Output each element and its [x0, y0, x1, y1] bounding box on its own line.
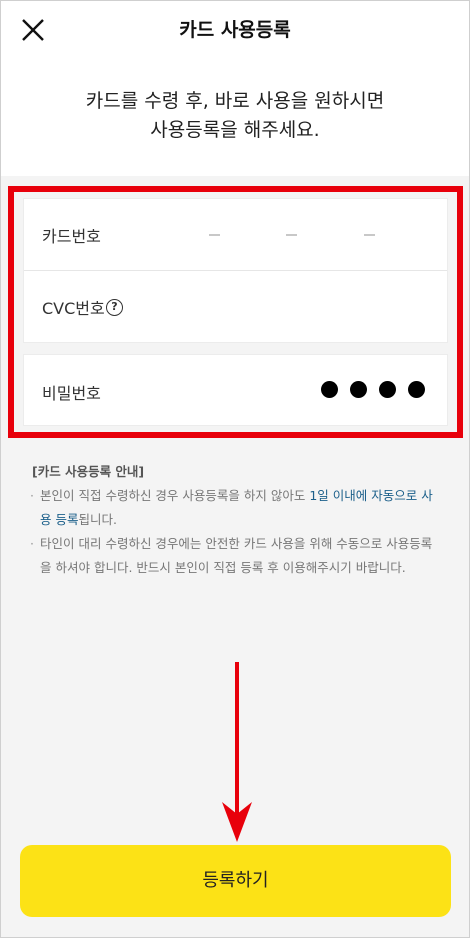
register-button[interactable]: 등록하기 [20, 845, 451, 917]
password-dot [379, 381, 396, 398]
password-dots [321, 381, 425, 399]
password-label: 비밀번호 [42, 384, 101, 403]
guide-line-2: 사용등록을 해주세요. [150, 119, 320, 141]
card-number-row[interactable]: 카드번호 [24, 199, 447, 271]
card-number-label: 카드번호 [42, 227, 101, 246]
notice-item: 본인이 직접 수령하신 경우 사용등록을 하지 않아도 1일 이내에 자동으로 … [30, 484, 442, 532]
help-icon[interactable]: ? [106, 299, 123, 316]
password-dot [408, 381, 425, 398]
cvc-label: CVC번호 [42, 299, 105, 318]
notice-title: [카드 사용등록 안내] [32, 464, 145, 479]
guide-line-1: 카드를 수령 후, 바로 사용을 원하시면 [85, 90, 385, 112]
password-row[interactable]: 비밀번호 [23, 354, 448, 426]
registration-notice: [카드 사용등록 안내] 본인이 직접 수령하신 경우 사용등록을 하지 않아도… [30, 460, 442, 580]
card-number-dash [364, 234, 375, 236]
notice-text: 본인이 직접 수령하신 경우 사용등록을 하지 않아도 [40, 488, 310, 503]
notice-text: 됩니다. [78, 512, 117, 527]
down-arrow-icon [222, 662, 252, 842]
password-dot [321, 381, 338, 398]
notice-item: 타인이 대리 수령하신 경우에는 안전한 카드 사용을 위해 수동으로 사용등록… [30, 532, 442, 580]
top-section: 카드 사용등록 카드를 수령 후, 바로 사용을 원하시면 사용등록을 해주세요… [1, 1, 469, 176]
page-title: 카드 사용등록 [179, 19, 291, 41]
card-number-dash [286, 234, 297, 236]
cvc-row[interactable]: CVC번호 ? [24, 271, 447, 343]
card-number-dash [209, 234, 220, 236]
password-dot [350, 381, 367, 398]
guide-text: 카드를 수령 후, 바로 사용을 원하시면 사용등록을 해주세요. [1, 87, 469, 145]
card-info-form: 카드번호 CVC번호 ? [23, 198, 448, 343]
